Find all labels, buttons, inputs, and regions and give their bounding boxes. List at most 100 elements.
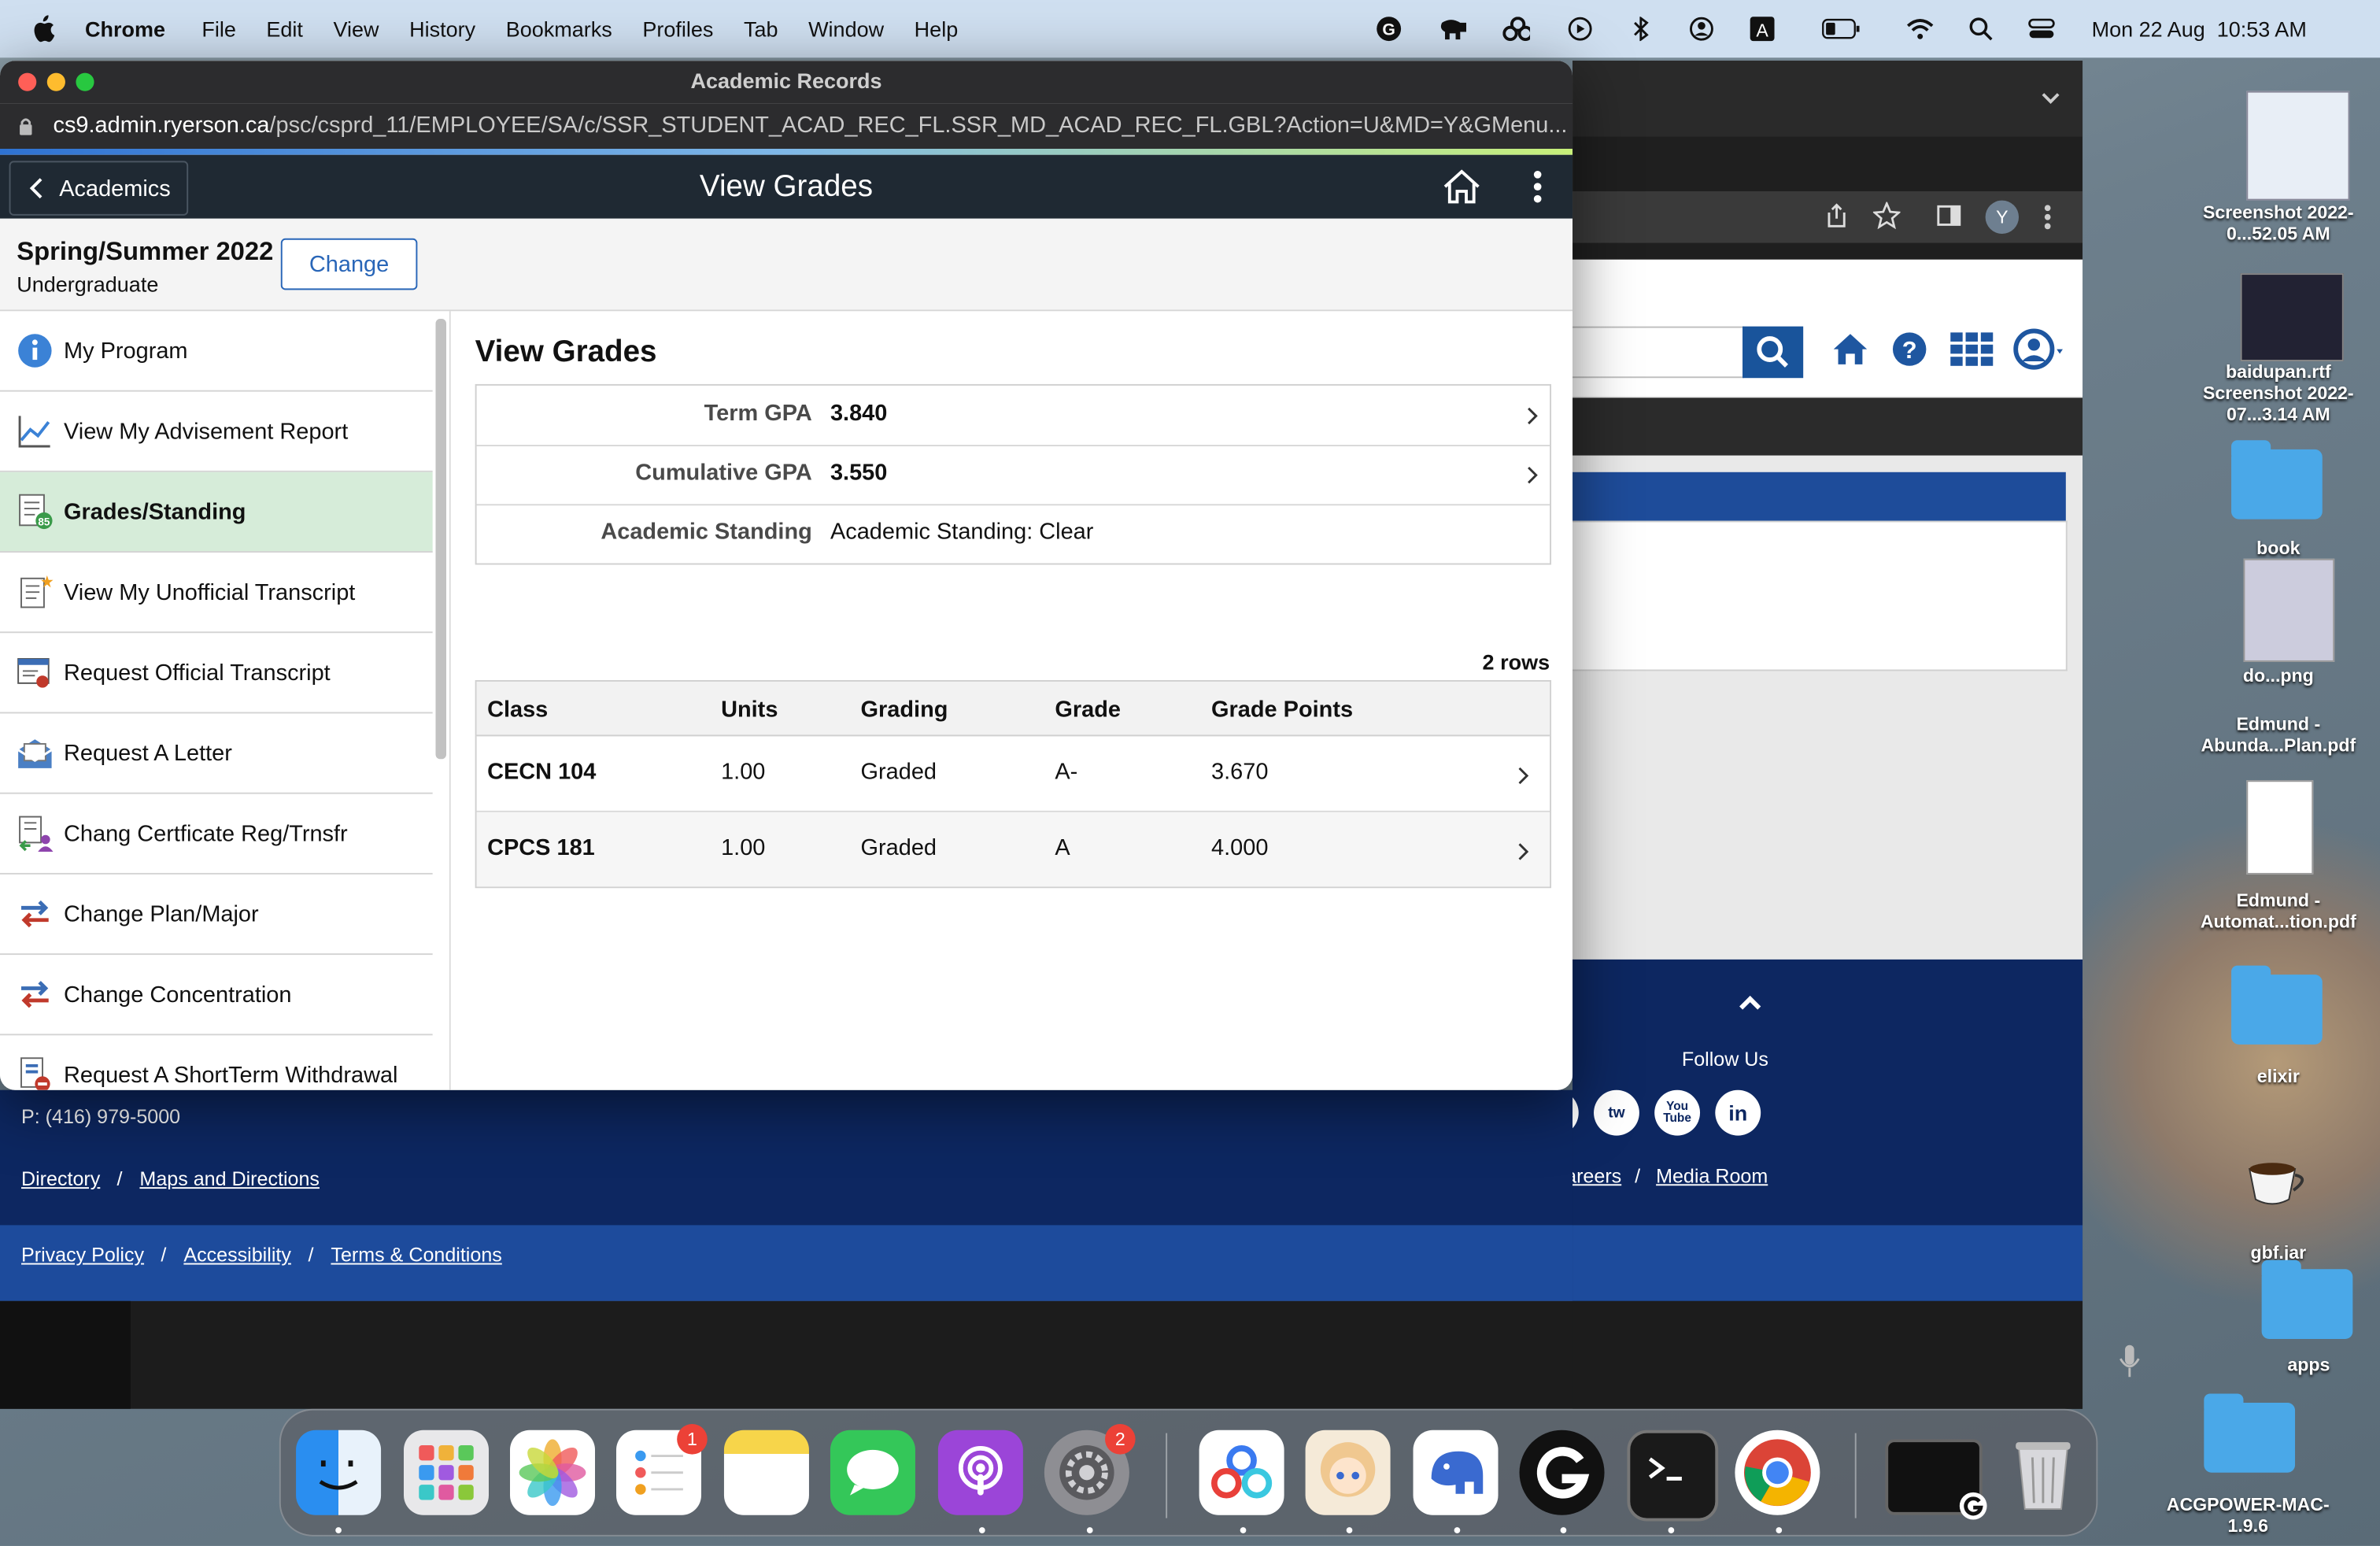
- change-term-button[interactable]: Change: [280, 238, 418, 290]
- launchpad-icon[interactable]: [404, 1429, 490, 1515]
- desktop-icon-edmund-plan[interactable]: Edmund - Abunda...Plan.pdf: [2195, 713, 2362, 756]
- maps-directions-link[interactable]: Maps and Directions: [139, 1167, 320, 1190]
- podcasts-icon[interactable]: [937, 1429, 1023, 1515]
- desktop-icon-screenshot-2[interactable]: Screenshot 2022-07...3.14 AM: [2195, 383, 2362, 425]
- home-icon[interactable]: [1831, 331, 1870, 367]
- privacy-policy-link[interactable]: Privacy Policy: [21, 1244, 144, 1267]
- menu-profiles[interactable]: Profiles: [642, 17, 713, 41]
- clock[interactable]: Mon 22 Aug 10:53 AM: [2092, 17, 2307, 41]
- finder-icon[interactable]: [296, 1429, 382, 1515]
- baidu-netdisk-icon[interactable]: [1199, 1429, 1284, 1515]
- terminal-icon[interactable]: [1627, 1429, 1719, 1522]
- folder-icon[interactable]: [2261, 1259, 2353, 1340]
- desktop-icon-book[interactable]: book: [2195, 538, 2362, 559]
- menu-app-name[interactable]: Chrome: [85, 17, 165, 41]
- sidebar-item-unofficial-transcript[interactable]: View My Unofficial Transcript: [0, 553, 433, 634]
- table-row[interactable]: CPCS 181 1.00 Graded A 4.000: [476, 812, 1550, 887]
- minimize-window-button[interactable]: [46, 72, 65, 91]
- user-circle-icon[interactable]: [1688, 15, 1716, 43]
- sidebar-item-change-plan[interactable]: Change Plan/Major: [0, 875, 433, 956]
- desktop-icon-edmund-automation[interactable]: Edmund - Automat...tion.pdf: [2195, 890, 2362, 932]
- zoom-window-button[interactable]: [76, 72, 94, 91]
- screenshot-thumbnail-icon[interactable]: [1885, 1439, 1987, 1520]
- baidupan-thumbnail[interactable]: [2240, 273, 2344, 362]
- sidebar-item-certificate-reg[interactable]: Chang Certficate Reg/Trnsfr: [0, 794, 433, 875]
- pdf-thumbnail[interactable]: [2246, 780, 2314, 875]
- battery-icon[interactable]: [1821, 15, 1861, 43]
- sidebar-item-grades-standing[interactable]: 85 Grades/Standing: [0, 472, 433, 553]
- folder-icon[interactable]: [2231, 440, 2323, 520]
- java-cup-icon[interactable]: [2243, 1154, 2313, 1208]
- tableplus-elephant-icon[interactable]: [1413, 1429, 1499, 1515]
- accessibility-link[interactable]: Accessibility: [183, 1244, 291, 1267]
- photos-icon[interactable]: [510, 1429, 596, 1515]
- sidebar-item-change-concentration[interactable]: Change Concentration: [0, 955, 433, 1036]
- linkedin-icon[interactable]: in: [1715, 1089, 1761, 1136]
- address-bar[interactable]: cs9.admin.ryerson.ca/psc/csprd_11/EMPLOY…: [0, 103, 1573, 150]
- sidebar-item-advisement-report[interactable]: View My Advisement Report: [0, 392, 433, 472]
- input-source-icon[interactable]: A: [1749, 15, 1776, 43]
- table-row[interactable]: CECN 104 1.00 Graded A- 3.670: [476, 736, 1550, 812]
- menu-edit[interactable]: Edit: [266, 17, 303, 41]
- sidebar-item-my-program[interactable]: My Program: [0, 311, 433, 392]
- grammarly-icon[interactable]: G: [1375, 15, 1402, 43]
- profile-avatar[interactable]: Y: [1985, 200, 2020, 235]
- close-window-button[interactable]: [18, 72, 37, 91]
- notes-icon[interactable]: [723, 1429, 809, 1515]
- home-icon[interactable]: [1442, 168, 1481, 205]
- sidebar-item-request-letter[interactable]: Request A Letter: [0, 713, 433, 794]
- desktop-icon-screenshot-1[interactable]: Screenshot 2022-0...52.05 AM: [2195, 202, 2362, 245]
- menu-window[interactable]: Window: [808, 17, 884, 41]
- spotlight-search-icon[interactable]: [1967, 15, 1994, 43]
- share-icon[interactable]: [1824, 202, 1849, 230]
- sidebar-item-official-transcript[interactable]: Request Official Transcript: [0, 633, 433, 714]
- youtube-icon[interactable]: You Tube: [1654, 1089, 1701, 1136]
- desktop-icon-png[interactable]: do...png: [2195, 665, 2362, 686]
- apps-grid-icon[interactable]: [1949, 331, 1994, 367]
- logitech-ghub-icon[interactable]: [1519, 1429, 1605, 1515]
- menu-bookmarks[interactable]: Bookmarks: [506, 17, 612, 41]
- control-center-icon[interactable]: [2028, 15, 2056, 43]
- site-search-button[interactable]: [1743, 326, 1804, 379]
- play-icon[interactable]: [1566, 15, 1594, 43]
- menu-file[interactable]: File: [201, 17, 236, 41]
- menu-help[interactable]: Help: [915, 17, 959, 41]
- trash-icon[interactable]: [2001, 1430, 2086, 1515]
- chrome-icon[interactable]: [1735, 1429, 1820, 1515]
- terms-conditions-link[interactable]: Terms & Conditions: [331, 1244, 501, 1267]
- elephant-icon[interactable]: [1439, 15, 1467, 43]
- site-search-input[interactable]: [1572, 326, 1744, 379]
- twitter-icon[interactable]: tw: [1594, 1089, 1639, 1136]
- screenshot-thumbnail[interactable]: [2246, 91, 2350, 201]
- sidebar-item-shortterm-withdrawal[interactable]: Request A ShortTerm Withdrawal: [0, 1035, 433, 1090]
- sidebar-scrollbar[interactable]: [435, 319, 447, 760]
- help-icon[interactable]: ?: [1891, 331, 1927, 367]
- bookmark-star-icon[interactable]: [1872, 202, 1901, 230]
- anime-app-icon[interactable]: [1305, 1429, 1391, 1515]
- menu-tab[interactable]: Tab: [744, 17, 778, 41]
- media-room-link[interactable]: Media Room: [1656, 1164, 1768, 1187]
- desktop-icon-baidupan[interactable]: baidupan.rtf: [2195, 361, 2362, 383]
- term-gpa-row[interactable]: Term GPA 3.840: [476, 386, 1550, 447]
- account-icon[interactable]: [2012, 328, 2067, 371]
- bluetooth-icon[interactable]: [1627, 15, 1654, 43]
- document-thumbnail[interactable]: [2243, 558, 2335, 662]
- cloud-sync-icon[interactable]: [1502, 15, 1531, 43]
- folder-icon[interactable]: [2204, 1393, 2296, 1473]
- directory-link[interactable]: Directory: [21, 1167, 100, 1190]
- microphone-icon[interactable]: [2119, 1344, 2140, 1380]
- desktop-icon-elixir[interactable]: elixir: [2195, 1066, 2362, 1087]
- cumulative-gpa-row[interactable]: Cumulative GPA 3.550: [476, 445, 1550, 506]
- chevron-up-icon[interactable]: [1736, 993, 1764, 1011]
- apple-logo-icon[interactable]: [31, 15, 55, 43]
- more-actions-icon[interactable]: [1532, 170, 1543, 206]
- sidebar-icon[interactable]: [1937, 205, 1961, 226]
- chevron-down-icon[interactable]: [2040, 91, 2061, 106]
- menu-history[interactable]: History: [409, 17, 475, 41]
- desktop-icon-acgpower[interactable]: ACGPOWER-MAC-1.9.6: [2164, 1494, 2331, 1537]
- desktop-icon-apps[interactable]: apps: [2225, 1354, 2380, 1375]
- more-vertical-icon[interactable]: [2043, 203, 2053, 231]
- folder-icon[interactable]: [2231, 965, 2323, 1045]
- messages-icon[interactable]: [830, 1429, 915, 1515]
- menu-view[interactable]: View: [334, 17, 379, 41]
